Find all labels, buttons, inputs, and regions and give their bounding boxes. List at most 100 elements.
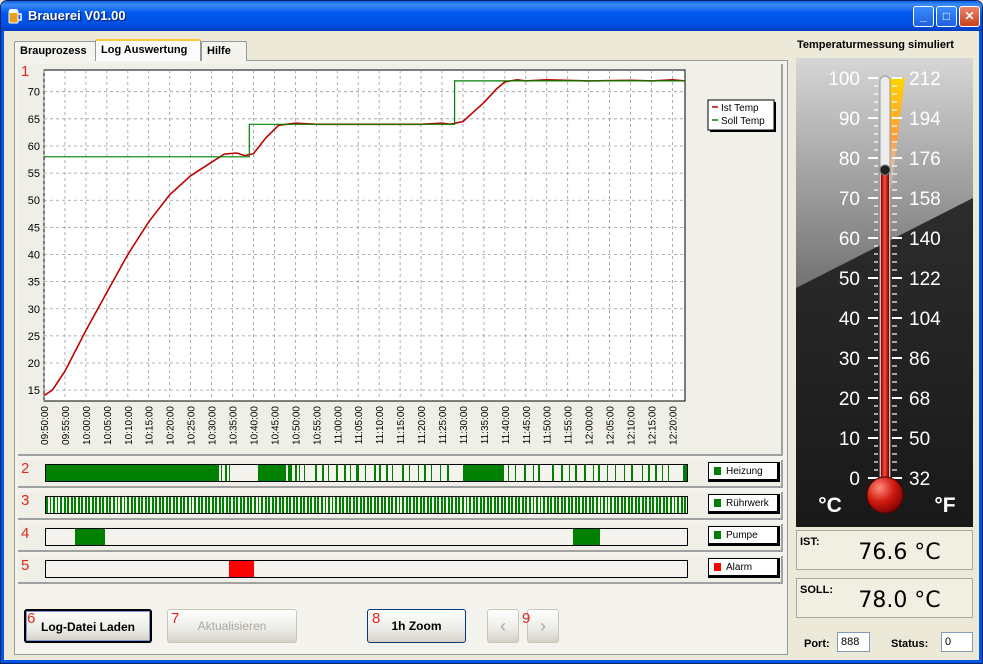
timeline-segment [615,465,617,481]
heizung-timeline [45,464,688,482]
timeline-segment [257,497,260,513]
x-tick-label: 11:00:00 [333,406,344,445]
timeline-segment [454,497,457,513]
fahrenheit-label: 194 [909,109,941,130]
timeline-segment [412,497,415,513]
timeline-segment [130,497,133,513]
minimize-button[interactable]: _ [913,6,934,27]
timeline-segment [356,497,359,513]
fahrenheit-label: 158 [909,189,941,210]
celsius-label: 20 [839,389,860,410]
section-number-9: 9 [522,610,531,627]
timeline-segment [433,497,436,513]
timeline-segment [666,497,669,513]
title-bar[interactable]: Brauerei V01.00 _ □ ✕ [1,1,982,31]
timeline-segment [201,497,204,513]
maximize-button[interactable]: □ [936,6,957,27]
y-tick-label: 45 [28,222,40,234]
timeline-segment [228,561,255,577]
x-tick-label: 10:50:00 [291,406,302,445]
timeline-segment [677,497,679,513]
timeline-segment [335,497,337,513]
timeline-segment [275,497,278,513]
timeline-segment [91,497,94,513]
port-field[interactable]: 888 [837,632,870,652]
timeline-segment [116,497,119,513]
timeline-segment [380,497,383,513]
timeline-segment [497,497,500,513]
timeline-segment [271,497,274,513]
timeline-segment [194,497,196,513]
mercury-column [881,170,889,488]
tab-hilfe[interactable]: Hilfe [201,41,247,61]
window-frame-right [979,31,982,663]
timeline-segment [172,497,175,513]
x-tick-label: 10:25:00 [187,406,198,445]
previous-button[interactable]: ‹ [487,609,519,643]
timeline-segment [627,497,630,513]
timeline-segment [536,497,538,513]
timeline-segment [430,497,433,513]
timeline-segment [285,497,288,513]
timeline-segment [303,497,306,513]
timeline-segment [550,497,553,513]
x-tick-label: 11:40:00 [501,406,512,445]
y-tick-label: 60 [28,141,40,153]
timeline-segment [546,497,549,513]
celsius-label: 60 [839,229,860,250]
timeline-segment [220,465,223,481]
pumpe-timeline [45,528,688,546]
status-label: Status: [891,638,929,650]
fahrenheit-label: 68 [909,389,930,410]
timeline-segment [592,465,595,481]
alarm-label: Alarm [726,562,753,573]
timeline-segment [462,465,505,481]
timeline-segment [539,497,542,513]
celsius-label: 30 [839,349,860,370]
timeline-segment [440,465,442,481]
timeline-segment [391,497,394,513]
timeline-segment [317,497,320,513]
timeline-segment [179,497,182,513]
legend-swatch [714,531,721,539]
timeline-segment [218,497,221,513]
legend-label: Ist Temp [721,103,759,114]
close-button[interactable]: ✕ [959,6,980,27]
timeline-segment [151,497,154,513]
load-log-button[interactable]: Log-Datei Laden [24,609,152,643]
timeline-segment [585,497,588,513]
y-tick-label: 15 [28,385,40,397]
zoom-1h-button[interactable]: 1h Zoom [367,609,466,643]
timeline-segment [507,497,510,513]
timeline-segment [384,497,387,513]
tab-brauprozess[interactable]: Brauprozess [14,41,96,61]
y-tick-label: 70 [28,87,40,99]
pumpe-legend: Pumpe [708,526,780,546]
timeline-segment [352,497,355,513]
timeline-segment [500,497,503,513]
next-button[interactable]: › [527,609,559,643]
x-tick-label: 11:15:00 [396,406,407,445]
timeline-segment [395,497,397,513]
beer-mug-icon [8,9,22,24]
timeline-segment [419,497,422,513]
x-tick-label: 11:45:00 [522,406,533,445]
status-field[interactable]: 0 [941,632,973,652]
tab-log-auswertung[interactable]: Log Auswertung [95,39,201,61]
timeline-segment [320,497,323,513]
x-tick-label: 10:40:00 [249,406,260,445]
y-tick-label: 55 [28,168,40,180]
timeline-segment [599,497,602,513]
x-tick-label: 09:50:00 [40,406,51,445]
legend-swatch [714,563,721,571]
y-tick-label: 40 [28,249,40,261]
refresh-button[interactable]: Aktualisieren [167,609,297,643]
timeline-segment [67,497,70,513]
y-tick-label: 20 [28,358,40,370]
timeline-segment [401,465,404,481]
celsius-label: 90 [839,109,860,130]
timeline-segment [261,497,263,513]
timeline-segment [423,497,426,513]
timeline-segment [620,497,623,513]
app-window: Brauerei V01.00 _ □ ✕ Brauprozess Log Au… [0,0,983,664]
